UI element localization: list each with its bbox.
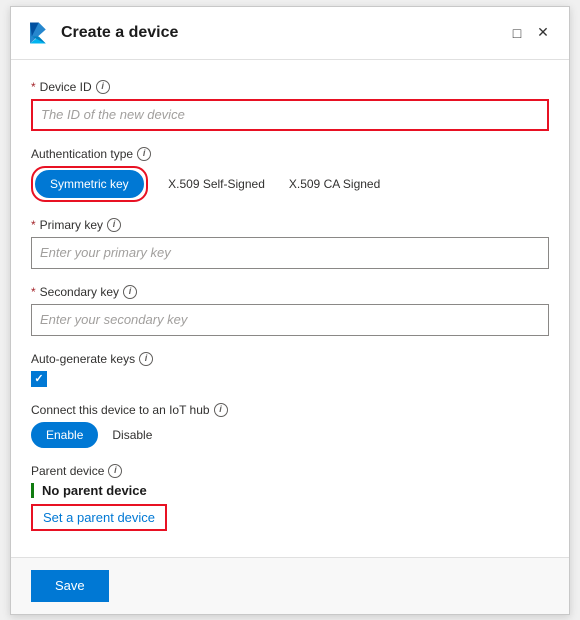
connect-hub-label-text: Connect this device to an IoT hub — [31, 403, 210, 417]
save-label: Save — [55, 578, 85, 593]
auto-generate-checkbox-container — [31, 371, 549, 387]
auth-x509-ca-signed-button[interactable]: X.509 CA Signed — [277, 170, 392, 198]
primary-key-info-icon[interactable]: i — [107, 218, 121, 232]
minimize-button[interactable]: □ — [507, 23, 527, 43]
save-button[interactable]: Save — [31, 570, 109, 602]
dialog-footer: Save — [11, 557, 569, 614]
primary-key-group: * Primary key i — [31, 218, 549, 269]
secondary-key-info-icon[interactable]: i — [123, 285, 137, 299]
auto-generate-group: Auto-generate keys i — [31, 352, 549, 387]
azure-icon — [23, 19, 51, 47]
parent-device-label-text: Parent device — [31, 464, 104, 478]
device-id-label: * Device ID i — [31, 80, 549, 94]
parent-device-value: No parent device — [31, 483, 549, 498]
auth-type-info-icon[interactable]: i — [137, 147, 151, 161]
parent-device-info-icon[interactable]: i — [108, 464, 122, 478]
connect-hub-info-icon[interactable]: i — [214, 403, 228, 417]
parent-device-label: Parent device i — [31, 464, 549, 478]
dialog-header: Create a device □ ✕ — [11, 7, 569, 60]
parent-device-group: Parent device i No parent device Set a p… — [31, 464, 549, 531]
device-id-input[interactable] — [31, 99, 549, 131]
primary-key-input[interactable] — [31, 237, 549, 269]
secondary-required-star: * — [31, 285, 36, 299]
device-id-label-text: Device ID — [40, 80, 92, 94]
close-button[interactable]: ✕ — [533, 23, 553, 43]
connect-hub-label: Connect this device to an IoT hub i — [31, 403, 549, 417]
dialog-body: * Device ID i Authentication type i Symm… — [11, 60, 569, 557]
connect-hub-toggle: Enable Disable — [31, 422, 549, 448]
auto-generate-label-text: Auto-generate keys — [31, 352, 135, 366]
dialog-controls: □ ✕ — [507, 23, 553, 43]
title-area: Create a device — [23, 19, 178, 47]
primary-key-label-text: Primary key — [40, 218, 103, 232]
auth-type-label-text: Authentication type — [31, 147, 133, 161]
enable-button[interactable]: Enable — [31, 422, 98, 448]
secondary-key-group: * Secondary key i — [31, 285, 549, 336]
auth-type-label: Authentication type i — [31, 147, 549, 161]
secondary-key-label: * Secondary key i — [31, 285, 549, 299]
device-id-info-icon[interactable]: i — [96, 80, 110, 94]
auth-type-group: Authentication type i Symmetric key X.50… — [31, 147, 549, 202]
secondary-key-input[interactable] — [31, 304, 549, 336]
auth-symmetric-key-button[interactable]: Symmetric key — [35, 170, 144, 198]
dialog-title: Create a device — [61, 24, 178, 42]
auth-x509-self-signed-button[interactable]: X.509 Self-Signed — [156, 170, 277, 198]
auto-generate-info-icon[interactable]: i — [139, 352, 153, 366]
required-star: * — [31, 80, 36, 94]
auto-generate-label: Auto-generate keys i — [31, 352, 549, 366]
primary-key-label: * Primary key i — [31, 218, 549, 232]
disable-button[interactable]: Disable — [98, 422, 166, 448]
secondary-key-label-text: Secondary key — [40, 285, 119, 299]
auto-generate-checkbox[interactable] — [31, 371, 47, 387]
create-device-dialog: Create a device □ ✕ * Device ID i Authen… — [10, 6, 570, 615]
auth-type-selector: Symmetric key — [31, 166, 148, 202]
device-id-group: * Device ID i — [31, 80, 549, 131]
set-parent-label: Set a parent device — [43, 510, 155, 525]
set-parent-device-button[interactable]: Set a parent device — [31, 504, 167, 531]
primary-required-star: * — [31, 218, 36, 232]
connect-hub-group: Connect this device to an IoT hub i Enab… — [31, 403, 549, 448]
